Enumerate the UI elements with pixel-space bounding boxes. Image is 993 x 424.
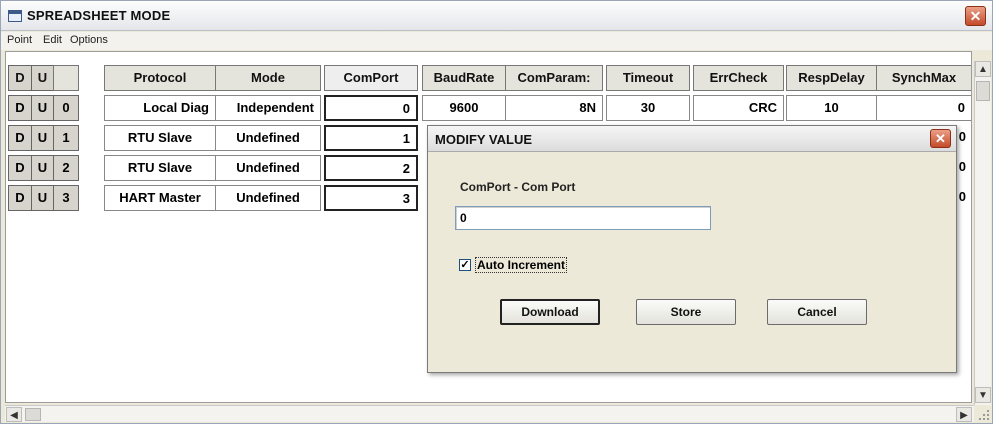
modify-value-dialog: MODIFY VALUE ✕ ComPort - Com Port ✓ Auto…	[427, 125, 957, 373]
scroll-up-icon[interactable]: ▲	[975, 61, 991, 77]
row-u-button[interactable]: U	[31, 155, 54, 181]
title-bar: SPREADSHEET MODE ✕	[1, 1, 992, 31]
auto-increment-checkbox[interactable]: ✓	[459, 259, 471, 271]
cell-errcheck[interactable]: CRC	[693, 95, 784, 121]
cell-timeout[interactable]: 30	[606, 95, 690, 121]
cell-mode[interactable]: Undefined	[215, 125, 321, 151]
row-number[interactable]: 1	[53, 125, 79, 151]
menu-bar: Point Edit Options	[1, 32, 992, 50]
cancel-button[interactable]: Cancel	[767, 299, 867, 325]
row-d-button[interactable]: D	[8, 185, 32, 211]
dialog-title-bar: MODIFY VALUE ✕	[428, 126, 956, 152]
header-timeout[interactable]: Timeout	[606, 65, 690, 91]
row-u-button[interactable]: U	[31, 95, 54, 121]
cell-protocol[interactable]: Local Diag	[104, 95, 216, 121]
row-number[interactable]: 2	[53, 155, 79, 181]
download-button[interactable]: Download	[500, 299, 600, 325]
row-d-button[interactable]: D	[8, 125, 32, 151]
header-comparam[interactable]: ComParam:	[505, 65, 603, 91]
menu-point[interactable]: Point	[7, 34, 32, 46]
window-close-button[interactable]: ✕	[965, 6, 986, 26]
row-d-button[interactable]: D	[8, 155, 32, 181]
header-protocol[interactable]: Protocol	[104, 65, 216, 91]
header-mode[interactable]: Mode	[215, 65, 321, 91]
cell-protocol[interactable]: RTU Slave	[104, 155, 216, 181]
horizontal-scrollbar[interactable]: ◀ ▶	[5, 405, 974, 422]
vertical-scroll-thumb[interactable]	[976, 81, 990, 101]
cell-mode[interactable]: Undefined	[215, 155, 321, 181]
cell-comport[interactable]: 0	[324, 95, 418, 121]
row-number[interactable]: 3	[53, 185, 79, 211]
value-input[interactable]	[455, 206, 711, 230]
cell-respdelay[interactable]: 10	[786, 95, 877, 121]
field-label: ComPort - Com Port	[460, 180, 576, 194]
menu-edit[interactable]: Edit	[43, 34, 62, 46]
scroll-right-icon[interactable]: ▶	[956, 407, 972, 422]
cell-comport[interactable]: 1	[324, 125, 418, 151]
window-title: SPREADSHEET MODE	[27, 8, 171, 23]
row-u-button[interactable]: U	[31, 185, 54, 211]
cell-protocol[interactable]: HART Master	[104, 185, 216, 211]
header-comport[interactable]: ComPort	[324, 65, 418, 91]
cell-comport[interactable]: 2	[324, 155, 418, 181]
cell-baudrate[interactable]: 9600	[422, 95, 506, 121]
cell-mode[interactable]: Independent	[215, 95, 321, 121]
window-icon	[8, 10, 22, 22]
header-respdelay[interactable]: RespDelay	[786, 65, 877, 91]
row-d-button[interactable]: D	[8, 95, 32, 121]
row-u-button[interactable]: U	[31, 125, 54, 151]
row-number[interactable]: 0	[53, 95, 79, 121]
store-button[interactable]: Store	[636, 299, 736, 325]
dialog-close-button[interactable]: ✕	[930, 129, 951, 148]
header-synchmax[interactable]: SynchMax	[876, 65, 971, 91]
horizontal-scroll-thumb[interactable]	[25, 408, 41, 421]
scroll-left-icon[interactable]: ◀	[6, 407, 22, 422]
header-baudrate[interactable]: BaudRate	[422, 65, 506, 91]
cell-protocol[interactable]: RTU Slave	[104, 125, 216, 151]
header-d[interactable]: D	[8, 65, 32, 91]
cell-comparam[interactable]: 8N	[505, 95, 603, 121]
cell-synchmax[interactable]: 0	[876, 95, 971, 121]
menu-options[interactable]: Options	[70, 34, 108, 46]
resize-grip-icon[interactable]	[978, 409, 990, 421]
dialog-title: MODIFY VALUE	[435, 132, 533, 147]
cell-mode[interactable]: Undefined	[215, 185, 321, 211]
auto-increment-label[interactable]: Auto Increment	[475, 257, 568, 273]
header-errcheck[interactable]: ErrCheck	[693, 65, 784, 91]
cell-comport[interactable]: 3	[324, 185, 418, 211]
vertical-scrollbar[interactable]: ▲ ▼	[974, 61, 991, 405]
header-u[interactable]: U	[31, 65, 54, 91]
scroll-down-icon[interactable]: ▼	[975, 387, 991, 403]
spreadsheet-window: SPREADSHEET MODE ✕ Point Edit Options D …	[0, 0, 993, 424]
header-rownum	[53, 65, 79, 91]
